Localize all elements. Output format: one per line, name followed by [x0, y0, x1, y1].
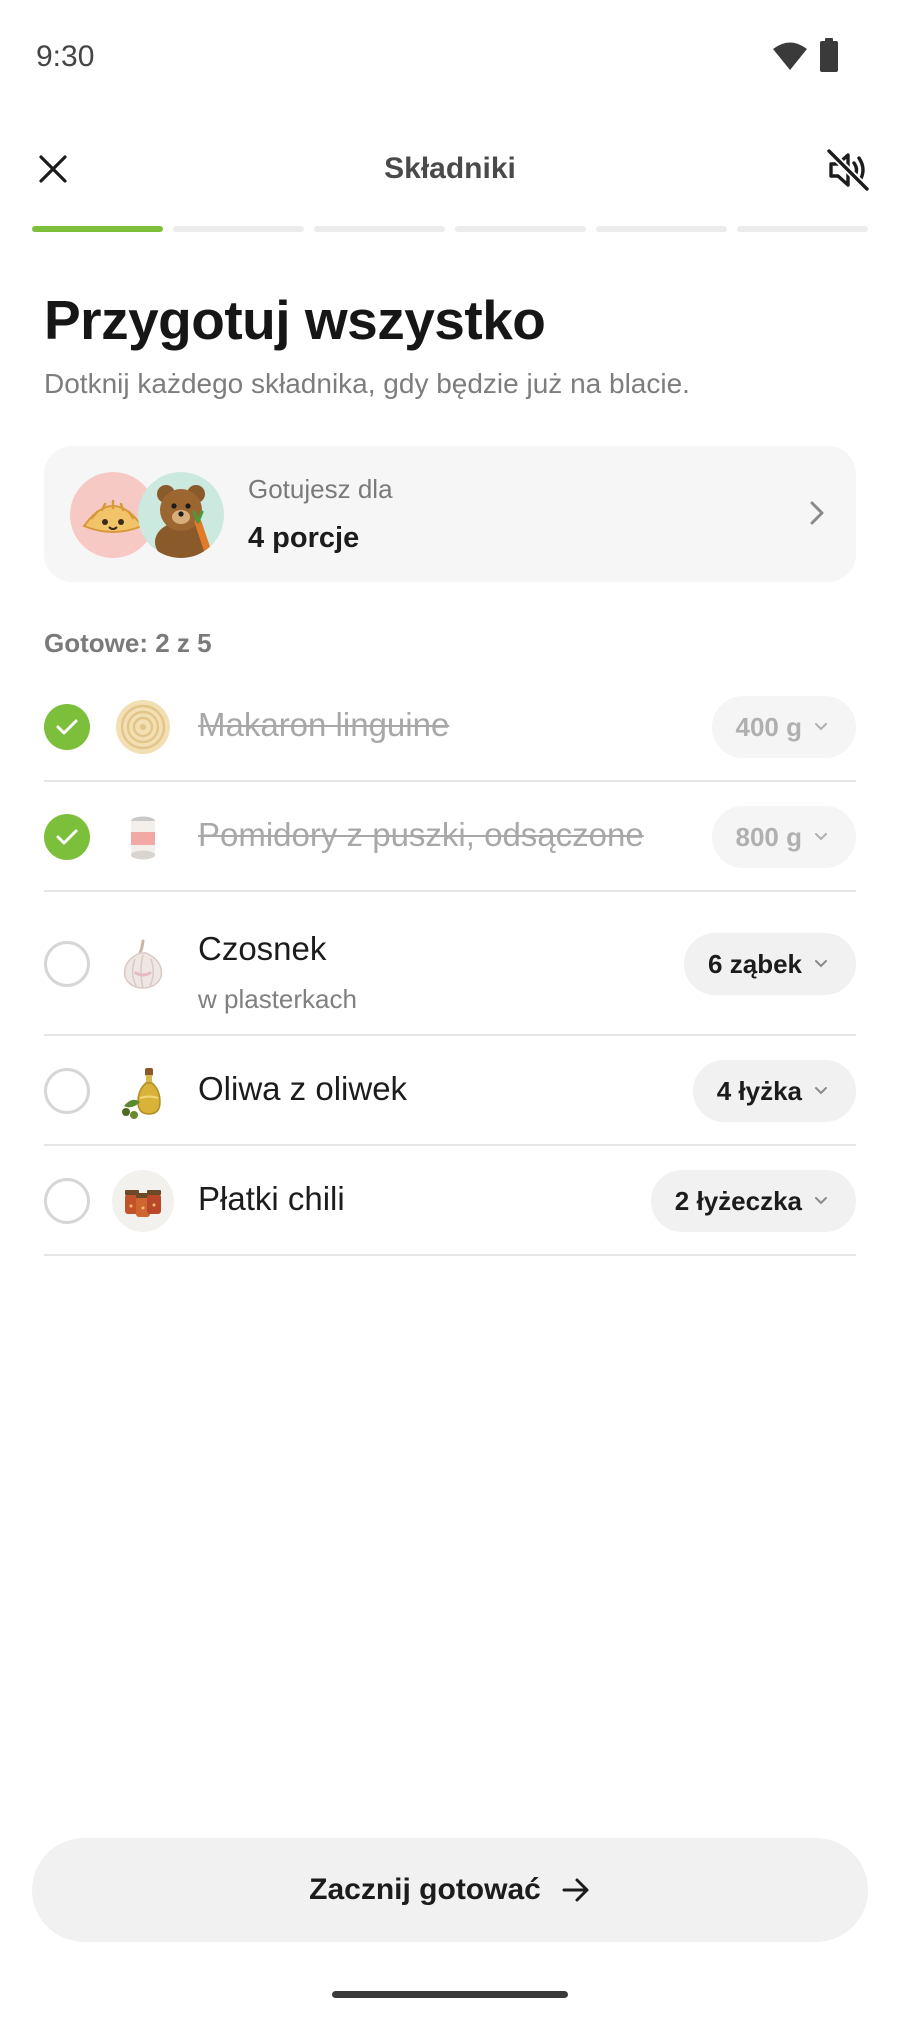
progress-segment	[314, 226, 445, 232]
ingredient-row[interactable]: Czosnek w plasterkach 6 ząbek	[44, 892, 856, 1036]
pasta-icon	[112, 696, 174, 758]
checkbox-checked[interactable]	[44, 704, 90, 750]
quantity-dropdown[interactable]: 800 g	[711, 806, 856, 868]
checkbox-checked[interactable]	[44, 814, 90, 860]
ingredient-name: Płatki chili	[198, 1180, 345, 1217]
garlic-icon	[112, 933, 174, 995]
progress-segment	[173, 226, 304, 232]
ingredient-row[interactable]: Płatki chili 2 łyżeczka	[44, 1146, 856, 1256]
chevron-down-icon	[815, 833, 827, 841]
page-title: Przygotuj wszystko	[44, 289, 546, 351]
can-icon	[112, 806, 174, 868]
check-icon	[56, 829, 78, 845]
ingredient-name: Pomidory z puszki, odsączone	[198, 816, 644, 853]
ready-count: Gotowe: 2 z 5	[44, 628, 212, 658]
quantity-value: 6 ząbek	[708, 948, 802, 979]
ingredient-name: Makaron linguine	[198, 706, 450, 743]
chevron-down-icon	[815, 723, 827, 731]
start-cooking-button[interactable]: Zacznij gotować	[32, 1838, 868, 1942]
checkbox-unchecked[interactable]	[44, 1068, 90, 1114]
quantity-dropdown[interactable]: 400 g	[711, 696, 856, 758]
ingredient-note: w plasterkach	[198, 984, 357, 1014]
ingredient-name: Oliwa z oliwek	[198, 1070, 408, 1107]
progress-segment-active	[32, 226, 163, 232]
quantity-value: 400 g	[735, 711, 803, 742]
quantity-value: 2 łyżeczka	[674, 1185, 802, 1216]
arrow-right-icon	[562, 1878, 589, 1902]
status-time: 9:30	[36, 40, 95, 73]
quantity-dropdown[interactable]: 4 łyżka	[692, 1060, 856, 1122]
start-cooking-label: Zacznij gotować	[309, 1873, 541, 1906]
quantity-value: 800 g	[735, 821, 803, 852]
ingredient-list: Makaron linguine 400 g Pomidory z puszki…	[44, 672, 856, 1256]
bear-avatar	[138, 472, 224, 558]
home-indicator[interactable]	[332, 1991, 568, 1998]
screen-title: Składniki	[384, 152, 516, 185]
quantity-value: 4 łyżka	[716, 1075, 802, 1106]
chevron-down-icon	[815, 1197, 827, 1205]
servings-value: 4 porcje	[248, 522, 360, 554]
battery-icon	[820, 38, 838, 72]
wifi-icon	[773, 42, 807, 70]
ingredient-name: Czosnek	[198, 930, 327, 967]
checkbox-unchecked[interactable]	[44, 1178, 90, 1224]
progress-segment	[737, 226, 868, 232]
ingredient-row[interactable]: Oliwa z oliwek 4 łyżka	[44, 1036, 856, 1146]
status-bar: 9:30	[0, 0, 900, 120]
ingredient-row[interactable]: Makaron linguine 400 g	[44, 672, 856, 782]
progress-segment	[596, 226, 727, 232]
progress-segment	[455, 226, 586, 232]
check-icon	[56, 719, 78, 735]
chevron-right-icon	[810, 501, 824, 525]
checkbox-unchecked[interactable]	[44, 941, 90, 987]
mute-button[interactable]	[818, 140, 878, 200]
ingredient-row[interactable]: Pomidory z puszki, odsączone 800 g	[44, 782, 856, 892]
volume-off-icon	[825, 147, 871, 193]
chevron-down-icon	[815, 960, 827, 968]
step-progress	[32, 226, 868, 232]
servings-card[interactable]: Gotujesz dla 4 porcje	[44, 446, 856, 582]
page-subtitle: Dotknij każdego składnika, gdy będzie ju…	[44, 368, 690, 399]
chevron-down-icon	[815, 1087, 827, 1095]
chili-flakes-icon	[112, 1170, 174, 1232]
ingredients-screen: 9:30 Składniki Przygotuj wszystko Dotkni…	[0, 0, 900, 2020]
quantity-dropdown[interactable]: 6 ząbek	[684, 933, 856, 995]
servings-label: Gotujesz dla	[248, 474, 393, 504]
olive-oil-icon	[112, 1060, 174, 1122]
quantity-dropdown[interactable]: 2 łyżeczka	[650, 1170, 856, 1232]
